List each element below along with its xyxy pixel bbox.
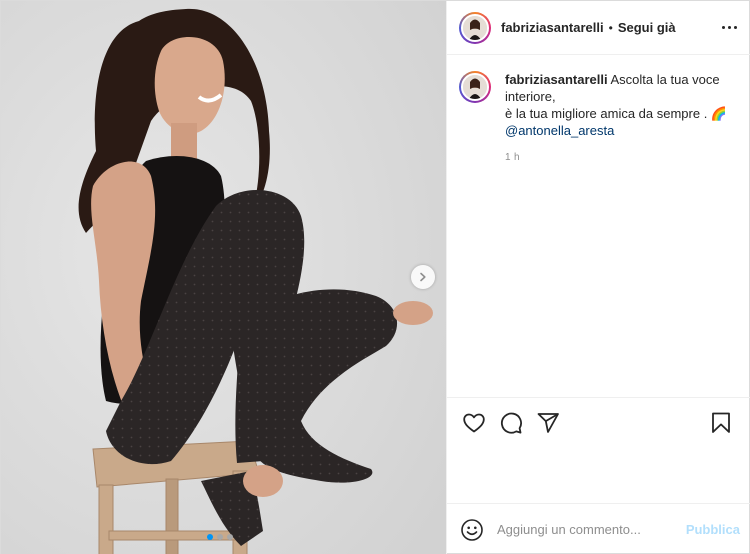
carousel-dot-active: [207, 534, 213, 540]
header-separator: •: [608, 20, 613, 35]
caption-line-2: è la tua migliore amica da sempre . 🌈: [505, 106, 728, 121]
smiley-icon: [461, 518, 483, 541]
avatar-image: [461, 13, 489, 42]
caption-username[interactable]: fabriziasantarelli: [505, 72, 608, 87]
post-photo: [1, 1, 446, 554]
more-horizontal-icon: [722, 26, 737, 29]
instagram-post: fabriziasantarelli • Segui già fabrizias…: [0, 0, 750, 554]
share-button[interactable]: [533, 408, 563, 438]
comments-area: fabriziasantarelli Ascolta la tua voce i…: [447, 55, 750, 397]
paper-plane-icon: [537, 413, 559, 433]
post-media[interactable]: [1, 1, 446, 554]
comment-bubble-icon: [500, 412, 522, 434]
post-timestamp[interactable]: 1 h: [505, 149, 735, 166]
save-button[interactable]: [706, 408, 736, 438]
comment-input[interactable]: [497, 522, 686, 537]
comment-button[interactable]: [496, 408, 526, 438]
post-side-panel: fabriziasantarelli • Segui già fabrizias…: [446, 1, 750, 554]
heart-icon: [463, 413, 485, 433]
avatar[interactable]: [459, 11, 491, 44]
carousel-indicator: [207, 534, 233, 540]
chevron-right-icon: [420, 272, 426, 282]
following-button[interactable]: Segui già: [618, 20, 676, 35]
caption-avatar[interactable]: [459, 71, 491, 103]
caption-mention-link[interactable]: @antonella_aresta: [505, 122, 735, 139]
add-comment-bar: Pubblica: [447, 503, 750, 554]
carousel-dot: [217, 534, 223, 540]
post-header: fabriziasantarelli • Segui già: [447, 1, 750, 55]
caption-row: fabriziasantarelli Ascolta la tua voce i…: [459, 71, 737, 166]
emoji-button[interactable]: [459, 517, 485, 543]
avatar-image: [461, 73, 489, 101]
publish-button[interactable]: Pubblica: [686, 522, 740, 537]
action-bar: [447, 397, 750, 449]
like-button[interactable]: [459, 408, 489, 438]
author-username[interactable]: fabriziasantarelli: [501, 20, 604, 35]
caption-text: fabriziasantarelli Ascolta la tua voce i…: [505, 71, 735, 166]
more-options-button[interactable]: [722, 18, 737, 38]
carousel-dot: [227, 534, 233, 540]
bookmark-icon: [712, 412, 730, 433]
carousel-next-button[interactable]: [411, 265, 435, 289]
